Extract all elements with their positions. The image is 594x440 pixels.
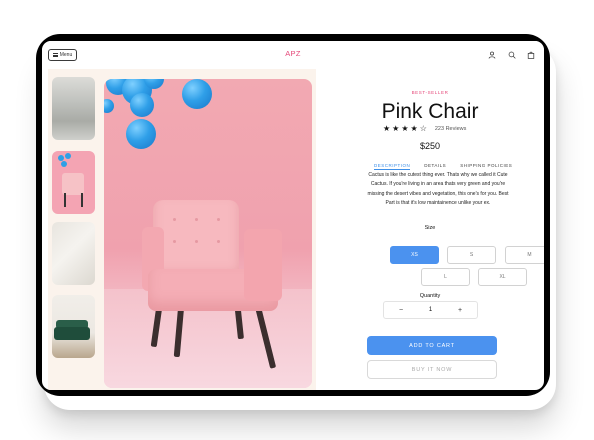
- product-title: Pink Chair: [381, 100, 479, 123]
- star-filled-icon: ★: [392, 124, 400, 133]
- balloon-shape: [65, 153, 71, 159]
- size-option-xl[interactable]: XL: [478, 268, 527, 286]
- size-option-m[interactable]: M: [505, 246, 544, 264]
- quantity-label: Quantity: [419, 293, 441, 299]
- add-to-cart-button[interactable]: ADD TO CART: [367, 336, 497, 355]
- rating[interactable]: ★ ★ ★ ★ ☆ 223 Reviews: [383, 125, 466, 133]
- chair-leg: [81, 193, 83, 207]
- tuft: [173, 240, 176, 243]
- menu-label: Menu: [59, 52, 73, 58]
- balloon: [130, 93, 154, 117]
- product-gallery: [48, 69, 316, 390]
- star-filled-icon: ★: [383, 124, 391, 133]
- size-label: Size: [424, 225, 436, 231]
- tab-details[interactable]: DETAILS: [424, 163, 446, 170]
- bag-icon[interactable]: [527, 51, 535, 59]
- chair-arm-right: [244, 229, 282, 301]
- stage: Menu APZ BEST-SELLER Pink Chair ★ ★ ★ ★ …: [0, 0, 594, 440]
- hamburger-icon: [52, 53, 58, 57]
- tab-description[interactable]: DESCRIPTION: [374, 163, 411, 170]
- balloon: [182, 79, 212, 109]
- balloon-shape: [61, 161, 67, 167]
- top-bar: Menu APZ: [42, 41, 544, 69]
- chair-leg: [64, 193, 66, 207]
- bestseller-badge: BEST-SELLER: [411, 90, 449, 95]
- increment-button[interactable]: +: [455, 307, 465, 314]
- size-option-s[interactable]: S: [447, 246, 496, 264]
- green-sofa-thumbnail[interactable]: [52, 295, 95, 358]
- decrement-button[interactable]: −: [396, 307, 406, 314]
- search-icon[interactable]: [508, 51, 516, 59]
- product-description: Cactus is like the cutest thing ever. Th…: [367, 172, 509, 206]
- main-product-image[interactable]: [104, 79, 312, 388]
- info-tabs: DESCRIPTION DETAILS SHIPPING POLICIES: [374, 163, 512, 170]
- tuft: [195, 218, 198, 221]
- star-filled-icon: ★: [401, 124, 409, 133]
- tab-shipping-policies[interactable]: SHIPPING POLICIES: [460, 163, 512, 170]
- quantity-value[interactable]: 1: [429, 307, 432, 313]
- chair-shape: [62, 173, 84, 195]
- logo[interactable]: APZ: [285, 49, 301, 58]
- chair-backrest: [153, 200, 239, 278]
- size-option-l[interactable]: L: [421, 268, 470, 286]
- review-count[interactable]: 223 Reviews: [435, 126, 467, 132]
- star-outline-icon: ☆: [419, 124, 427, 133]
- sofa-seat: [54, 327, 90, 340]
- screen: Menu APZ BEST-SELLER Pink Chair ★ ★ ★ ★ …: [42, 41, 544, 390]
- office-thumbnail[interactable]: [52, 77, 95, 140]
- buy-now-button[interactable]: BUY IT NOW: [367, 360, 497, 379]
- tuft: [217, 240, 220, 243]
- white-fabric-thumbnail[interactable]: [52, 222, 95, 285]
- product-details: BEST-SELLER Pink Chair ★ ★ ★ ★ ☆ 223 Rev…: [316, 69, 544, 390]
- menu-button[interactable]: Menu: [48, 49, 77, 61]
- tuft: [173, 218, 176, 221]
- quantity-stepper: − 1 +: [383, 301, 478, 319]
- product-price: $250: [419, 141, 441, 151]
- pink-chair-thumbnail[interactable]: [52, 151, 95, 214]
- balloon: [104, 99, 114, 113]
- balloon: [126, 119, 156, 149]
- star-filled-icon: ★: [410, 124, 418, 133]
- size-option-xs[interactable]: XS: [390, 246, 439, 264]
- tuft: [195, 240, 198, 243]
- user-icon[interactable]: [488, 51, 496, 59]
- tuft: [217, 218, 220, 221]
